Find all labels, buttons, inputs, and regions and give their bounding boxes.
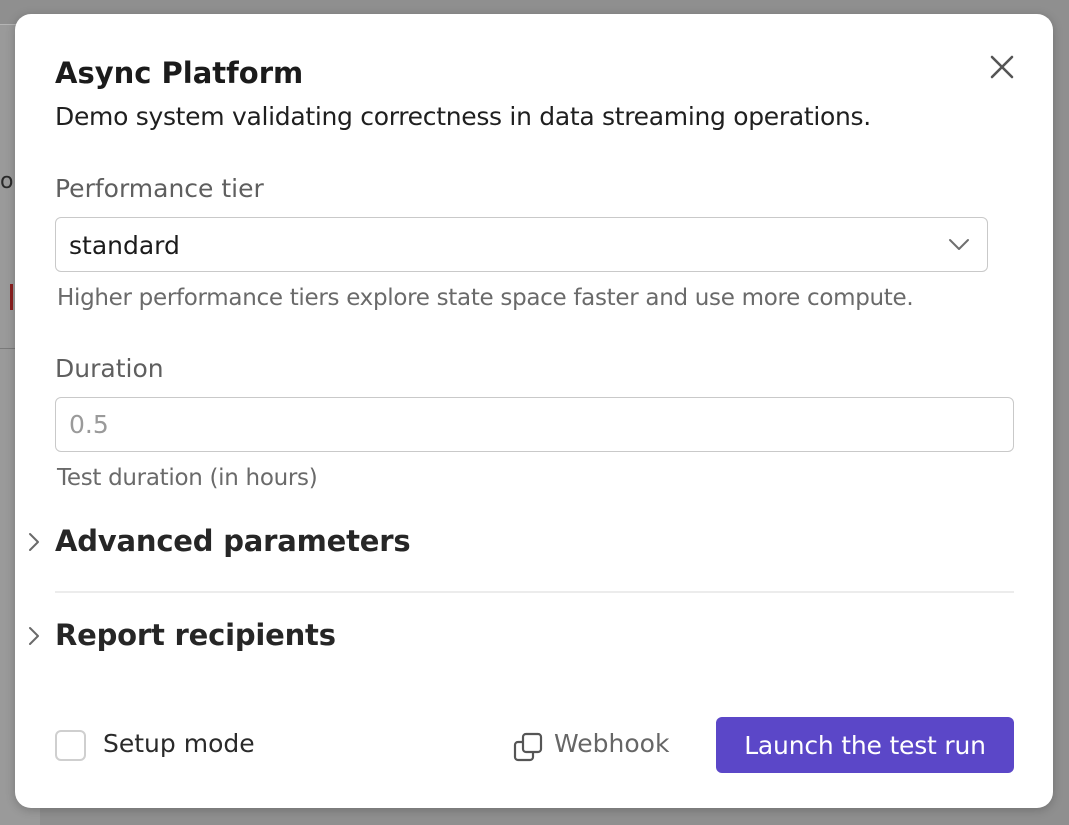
report-recipients-title: Report recipients	[55, 618, 336, 652]
performance-tier-help: Higher performance tiers explore state s…	[57, 285, 914, 311]
close-button[interactable]	[987, 52, 1017, 82]
duration-input[interactable]	[55, 397, 1014, 452]
advanced-parameters-title: Advanced parameters	[55, 524, 411, 558]
webhook-button[interactable]: Webhook	[512, 723, 692, 769]
dialog-title: Async Platform	[55, 56, 304, 90]
background-accent-mark	[10, 284, 13, 310]
setup-mode-checkbox[interactable]	[55, 730, 86, 761]
chevron-down-icon	[949, 239, 969, 250]
performance-tier-label: Performance tier	[55, 174, 264, 203]
chevron-right-icon	[29, 533, 39, 551]
setup-mode-label[interactable]: Setup mode	[103, 729, 255, 758]
duration-help: Test duration (in hours)	[57, 465, 318, 491]
section-divider	[55, 591, 1014, 593]
webhook-label: Webhook	[554, 729, 670, 758]
launch-test-run-button[interactable]: Launch the test run	[716, 717, 1014, 773]
duration-label: Duration	[55, 354, 164, 383]
close-icon	[990, 55, 1014, 79]
advanced-parameters-toggle[interactable]: Advanced parameters	[15, 516, 1015, 566]
chevron-right-icon	[29, 627, 39, 645]
copy-icon	[513, 732, 543, 762]
background-divider	[0, 348, 16, 349]
report-recipients-toggle[interactable]: Report recipients	[15, 610, 1015, 660]
dialog-description: Demo system validating correctness in da…	[55, 102, 871, 131]
performance-tier-value: standard	[69, 231, 180, 260]
performance-tier-select[interactable]: standard	[55, 217, 988, 272]
launch-dialog: Async Platform Demo system validating co…	[15, 14, 1053, 808]
